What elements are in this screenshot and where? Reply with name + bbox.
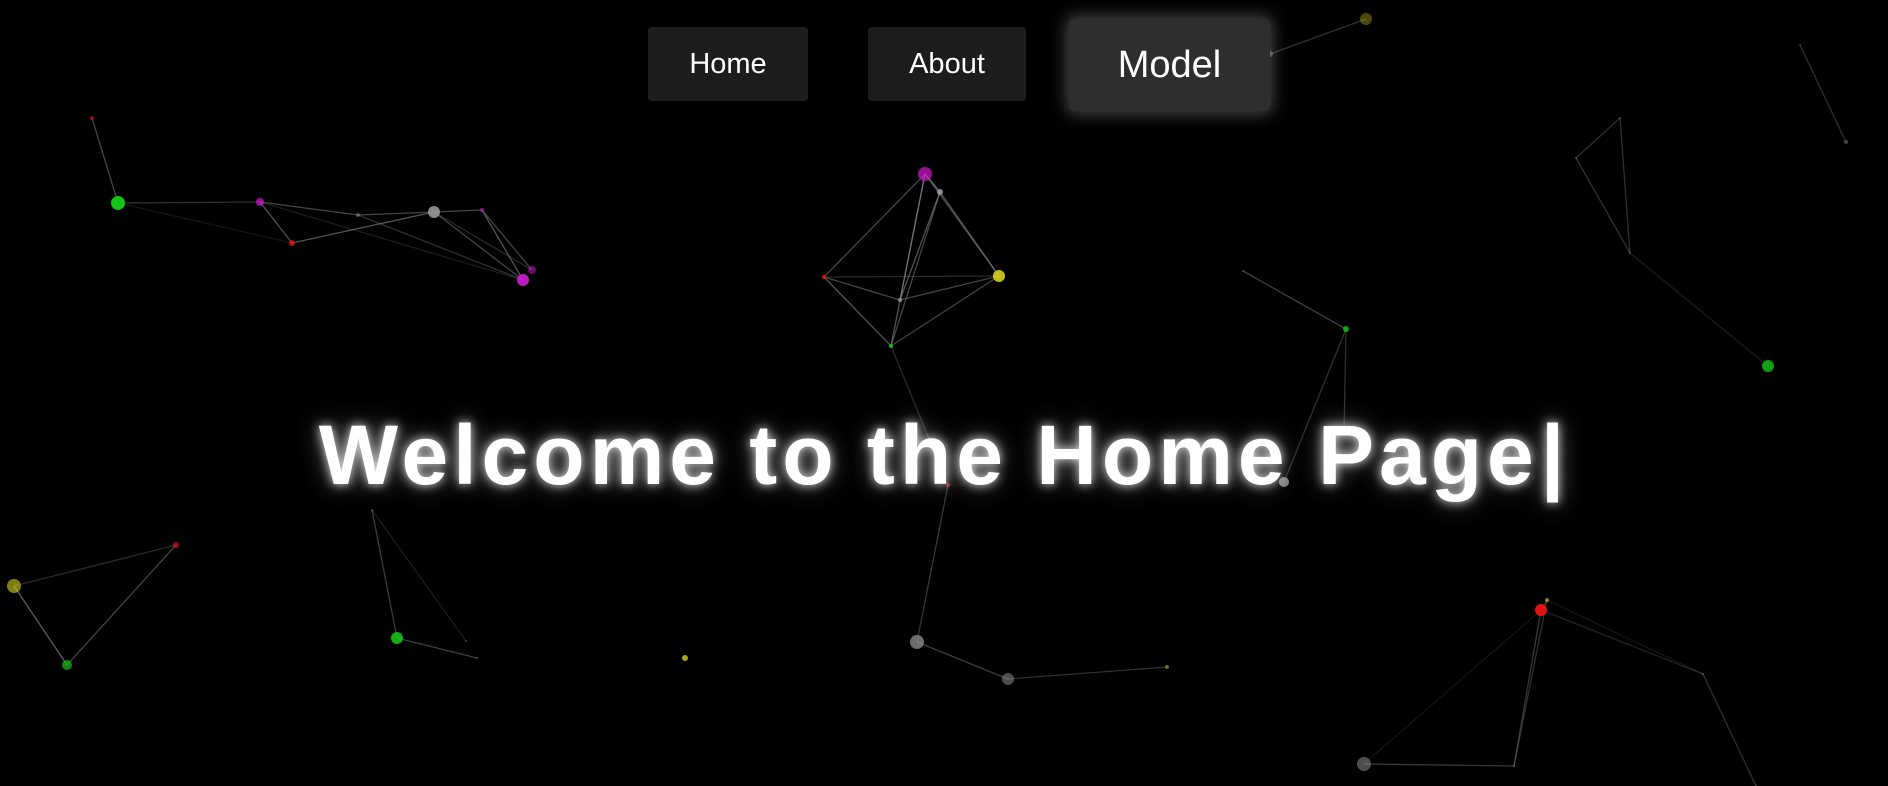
network-node — [391, 632, 403, 644]
network-link — [117, 201, 261, 204]
network-node — [918, 167, 932, 181]
network-link — [823, 275, 1000, 278]
network-link — [1629, 252, 1769, 367]
top-nav: Home About Model — [0, 0, 1888, 120]
network-link — [1363, 609, 1542, 765]
network-node — [428, 206, 440, 218]
network-link — [13, 585, 68, 666]
network-node — [1844, 140, 1848, 144]
network-node — [898, 298, 902, 302]
network-node — [480, 208, 484, 212]
network-link — [371, 509, 398, 639]
network-link — [916, 641, 1009, 680]
network-node — [371, 509, 373, 511]
network-link — [899, 191, 941, 301]
network-link — [433, 211, 524, 281]
network-link — [890, 275, 1000, 347]
network-node — [889, 344, 893, 348]
network-link — [433, 209, 483, 213]
network-node — [465, 640, 467, 642]
nav-model-button[interactable]: Model — [1069, 19, 1270, 111]
network-link — [1540, 609, 1704, 675]
hero-title-text: Welcome to the Home Page — [318, 408, 1539, 502]
network-node — [1535, 604, 1547, 616]
network-link — [1575, 117, 1621, 159]
network-link — [1575, 157, 1631, 254]
network-link — [939, 191, 1000, 277]
network-node — [1762, 360, 1774, 372]
network-link — [1513, 609, 1542, 767]
nav-about-button[interactable]: About — [868, 27, 1026, 101]
network-node — [1545, 598, 1549, 602]
network-link — [1702, 673, 1757, 786]
network-link — [1242, 270, 1347, 330]
network-link — [91, 117, 119, 204]
network-link — [433, 211, 533, 271]
network-node — [1165, 665, 1169, 669]
network-node — [173, 542, 179, 548]
network-node — [476, 657, 478, 659]
network-node — [1575, 157, 1577, 159]
network-node — [289, 240, 295, 246]
network-node — [517, 274, 529, 286]
network-node — [1629, 252, 1631, 254]
network-link — [890, 191, 941, 347]
network-node — [1513, 765, 1515, 767]
network-link — [916, 484, 949, 643]
network-node — [822, 275, 826, 279]
network-node — [1002, 673, 1014, 685]
typing-caret: | — [1540, 408, 1570, 502]
network-link — [357, 214, 524, 281]
network-link — [823, 173, 926, 278]
network-link — [371, 509, 467, 642]
network-node — [1702, 673, 1704, 675]
page: Home About Model Welcome to the Home Pag… — [0, 0, 1888, 786]
network-node — [111, 196, 125, 210]
network-node — [1343, 326, 1349, 332]
network-link — [1363, 763, 1515, 767]
network-node — [256, 198, 264, 206]
network-node — [682, 655, 688, 661]
network-node — [7, 579, 21, 593]
nav-home-button[interactable]: Home — [648, 27, 808, 101]
network-link — [13, 544, 177, 587]
network-node — [62, 660, 72, 670]
network-link — [899, 275, 1000, 301]
network-node — [937, 189, 943, 195]
network-node — [993, 270, 1005, 282]
network-link — [481, 209, 533, 271]
network-node — [528, 266, 536, 274]
network-node — [910, 635, 924, 649]
hero-title: Welcome to the Home Page| — [0, 405, 1888, 505]
network-link — [1619, 117, 1631, 254]
network-link — [66, 544, 177, 666]
network-node — [356, 213, 360, 217]
network-link — [890, 173, 926, 347]
network-link — [1546, 599, 1704, 675]
network-node — [1242, 270, 1244, 272]
network-link — [259, 201, 359, 216]
network-node — [1357, 757, 1371, 771]
network-link — [1007, 666, 1168, 680]
